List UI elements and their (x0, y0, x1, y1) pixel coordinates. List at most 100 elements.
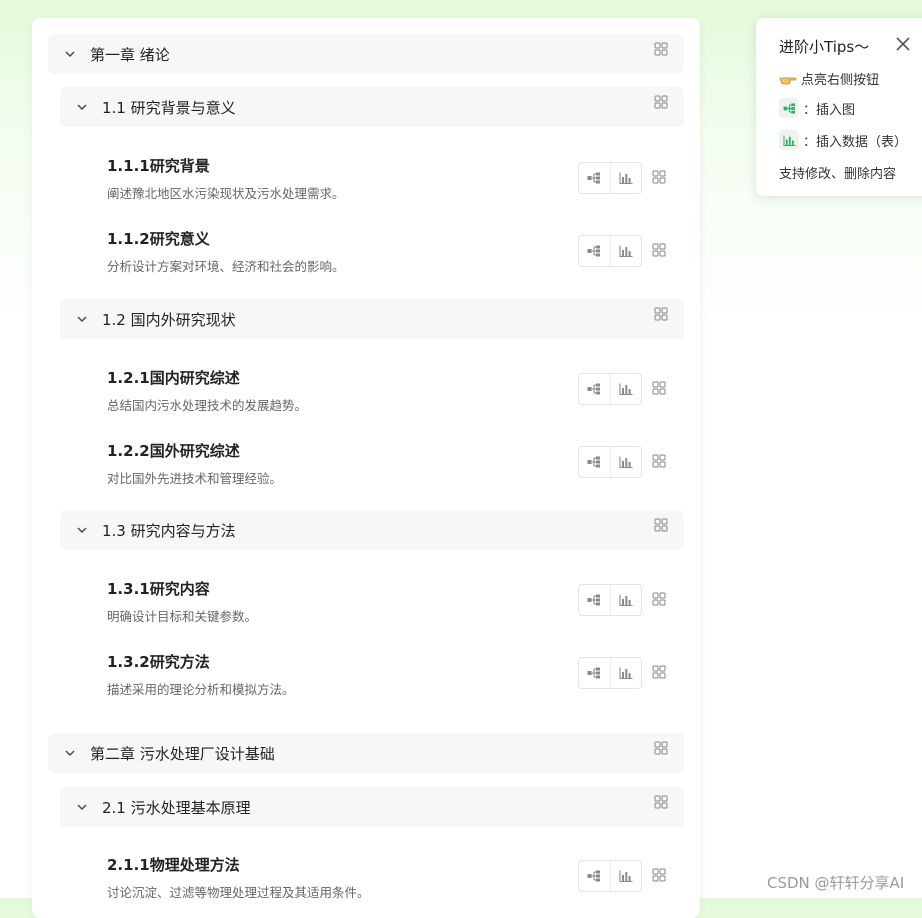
outline-item: 2.1.1物理处理方法 讨论沉淀、过滤等物理处理过程及其适用条件。 (107, 854, 684, 914)
insert-data-button[interactable] (609, 861, 642, 891)
insert-button-group (578, 860, 642, 892)
section-title: 2.1 污水处理基本原理 (102, 798, 251, 817)
watermark: CSDN @轩轩分享AI (767, 874, 905, 892)
item-title: 1.2.1国内研究综述 (107, 369, 240, 387)
item-description: 阐述豫北地区水污染现状及污水处理需求。 (107, 186, 345, 201)
bar-chart-icon (619, 383, 633, 395)
chevron-down-icon[interactable] (76, 524, 88, 536)
tip-text: ：插入图 (803, 102, 856, 118)
tip-text: 点亮右侧按钮 (801, 73, 880, 88)
outline-item: 1.3.1研究内容 明确设计目标和关键参数。 (107, 578, 684, 638)
bar-chart-icon (619, 870, 633, 882)
section-title: 1.1 研究背景与意义 (102, 98, 236, 117)
tip-row: 支持修改、删除内容 (779, 163, 896, 182)
insert-data-button[interactable] (609, 163, 642, 193)
section-title: 1.3 研究内容与方法 (102, 521, 236, 540)
bar-chart-icon (783, 135, 796, 146)
mindmap-icon (587, 383, 601, 395)
insert-button-group (578, 235, 642, 267)
chapter-title: 第一章 绪论 (90, 45, 170, 64)
insert-data-button[interactable] (609, 447, 642, 477)
grid-icon[interactable] (652, 592, 666, 606)
chevron-down-icon[interactable] (64, 747, 76, 759)
insert-figure-button[interactable] (579, 447, 610, 477)
grid-icon[interactable] (654, 42, 668, 56)
bar-chart-icon (619, 456, 633, 468)
insert-button-group (578, 446, 642, 478)
chevron-down-icon[interactable] (64, 48, 76, 60)
item-description: 明确设计目标和关键参数。 (107, 609, 258, 624)
insert-button-group (578, 162, 642, 194)
tip-row: ：插入图 (779, 98, 855, 118)
insert-data-button[interactable] (609, 236, 642, 266)
tip-row: ：插入数据（表） (779, 130, 907, 150)
grid-icon[interactable] (652, 868, 666, 882)
bar-chart-icon (619, 667, 633, 679)
insert-data-button[interactable] (609, 585, 642, 615)
mindmap-icon (587, 456, 601, 468)
grid-icon[interactable] (652, 454, 666, 468)
insert-figure-button[interactable] (579, 374, 610, 404)
grid-icon[interactable] (654, 518, 668, 532)
bar-chart-icon (619, 245, 633, 257)
grid-icon[interactable] (652, 665, 666, 679)
bar-chart-icon (619, 172, 633, 184)
item-title: 2.1.1物理处理方法 (107, 856, 240, 874)
outline-item: 1.1.1研究背景 阐述豫北地区水污染现状及污水处理需求。 (107, 155, 684, 215)
tip-row: 点亮右侧按钮 (779, 69, 879, 88)
chapter-header[interactable]: 第一章 绪论 (48, 34, 684, 74)
grid-icon[interactable] (652, 243, 666, 257)
section-header[interactable]: 1.3 研究内容与方法 (60, 510, 684, 550)
insert-figure-button[interactable] (579, 658, 610, 688)
grid-icon[interactable] (654, 741, 668, 755)
chevron-down-icon[interactable] (76, 313, 88, 325)
outline-item: 1.1.2研究意义 分析设计方案对环境、经济和社会的影响。 (107, 228, 684, 288)
tips-card: 进阶小Tips～ 点亮右侧按钮 ：插入图 ：插入数据（表） 支持修改、删除内容 (756, 18, 922, 196)
outline-item: 1.2.1国内研究综述 总结国内污水处理技术的发展趋势。 (107, 367, 684, 427)
outline-panel: 第一章 绪论 1.1 研究背景与意义 1.1.1研究背景 阐述豫北地区水污染现状… (32, 18, 700, 918)
mindmap-icon (587, 245, 601, 257)
grid-icon[interactable] (654, 307, 668, 321)
chevron-down-icon[interactable] (76, 101, 88, 113)
tip-text: 支持修改、删除内容 (779, 167, 897, 182)
outline-item: 1.2.2国外研究综述 对比国外先进技术和管理经验。 (107, 440, 684, 500)
mindmap-icon (587, 172, 601, 184)
grid-icon[interactable] (654, 95, 668, 109)
insert-button-group (578, 584, 642, 616)
chapter-header[interactable]: 第二章 污水处理厂设计基础 (48, 733, 684, 773)
mindmap-icon (587, 594, 601, 606)
tip-text: ：插入数据（表） (803, 134, 908, 150)
mindmap-icon (587, 870, 601, 882)
outline-item: 1.3.2研究方法 描述采用的理论分析和模拟方法。 (107, 651, 684, 711)
grid-icon[interactable] (652, 381, 666, 395)
pointing-hand-icon (779, 77, 797, 84)
tips-title: 进阶小Tips～ (779, 38, 870, 56)
mindmap-icon (587, 667, 601, 679)
section-header[interactable]: 1.2 国内外研究现状 (60, 299, 684, 339)
item-title: 1.3.1研究内容 (107, 580, 210, 598)
item-description: 分析设计方案对环境、经济和社会的影响。 (107, 259, 345, 274)
insert-button-group (578, 373, 642, 405)
grid-icon[interactable] (654, 795, 668, 809)
chevron-down-icon[interactable] (76, 801, 88, 813)
section-header[interactable]: 1.1 研究背景与意义 (60, 87, 684, 127)
insert-figure-button[interactable] (579, 585, 610, 615)
insert-figure-button[interactable] (579, 236, 610, 266)
insert-figure-button[interactable] (579, 163, 610, 193)
close-icon[interactable] (894, 35, 912, 53)
chapter-title: 第二章 污水处理厂设计基础 (90, 744, 275, 763)
item-title: 1.1.2研究意义 (107, 230, 210, 248)
insert-data-button[interactable] (609, 658, 642, 688)
insert-button-group (578, 657, 642, 689)
item-description: 对比国外先进技术和管理经验。 (107, 471, 283, 486)
insert-figure-badge (779, 98, 799, 118)
insert-data-badge (779, 130, 799, 150)
item-title: 1.2.2国外研究综述 (107, 442, 240, 460)
insert-figure-button[interactable] (579, 861, 610, 891)
item-title: 1.3.2研究方法 (107, 653, 210, 671)
item-description: 描述采用的理论分析和模拟方法。 (107, 682, 295, 697)
grid-icon[interactable] (652, 170, 666, 184)
item-description: 讨论沉淀、过滤等物理处理过程及其适用条件。 (107, 885, 370, 900)
insert-data-button[interactable] (609, 374, 642, 404)
section-header[interactable]: 2.1 污水处理基本原理 (60, 787, 684, 827)
